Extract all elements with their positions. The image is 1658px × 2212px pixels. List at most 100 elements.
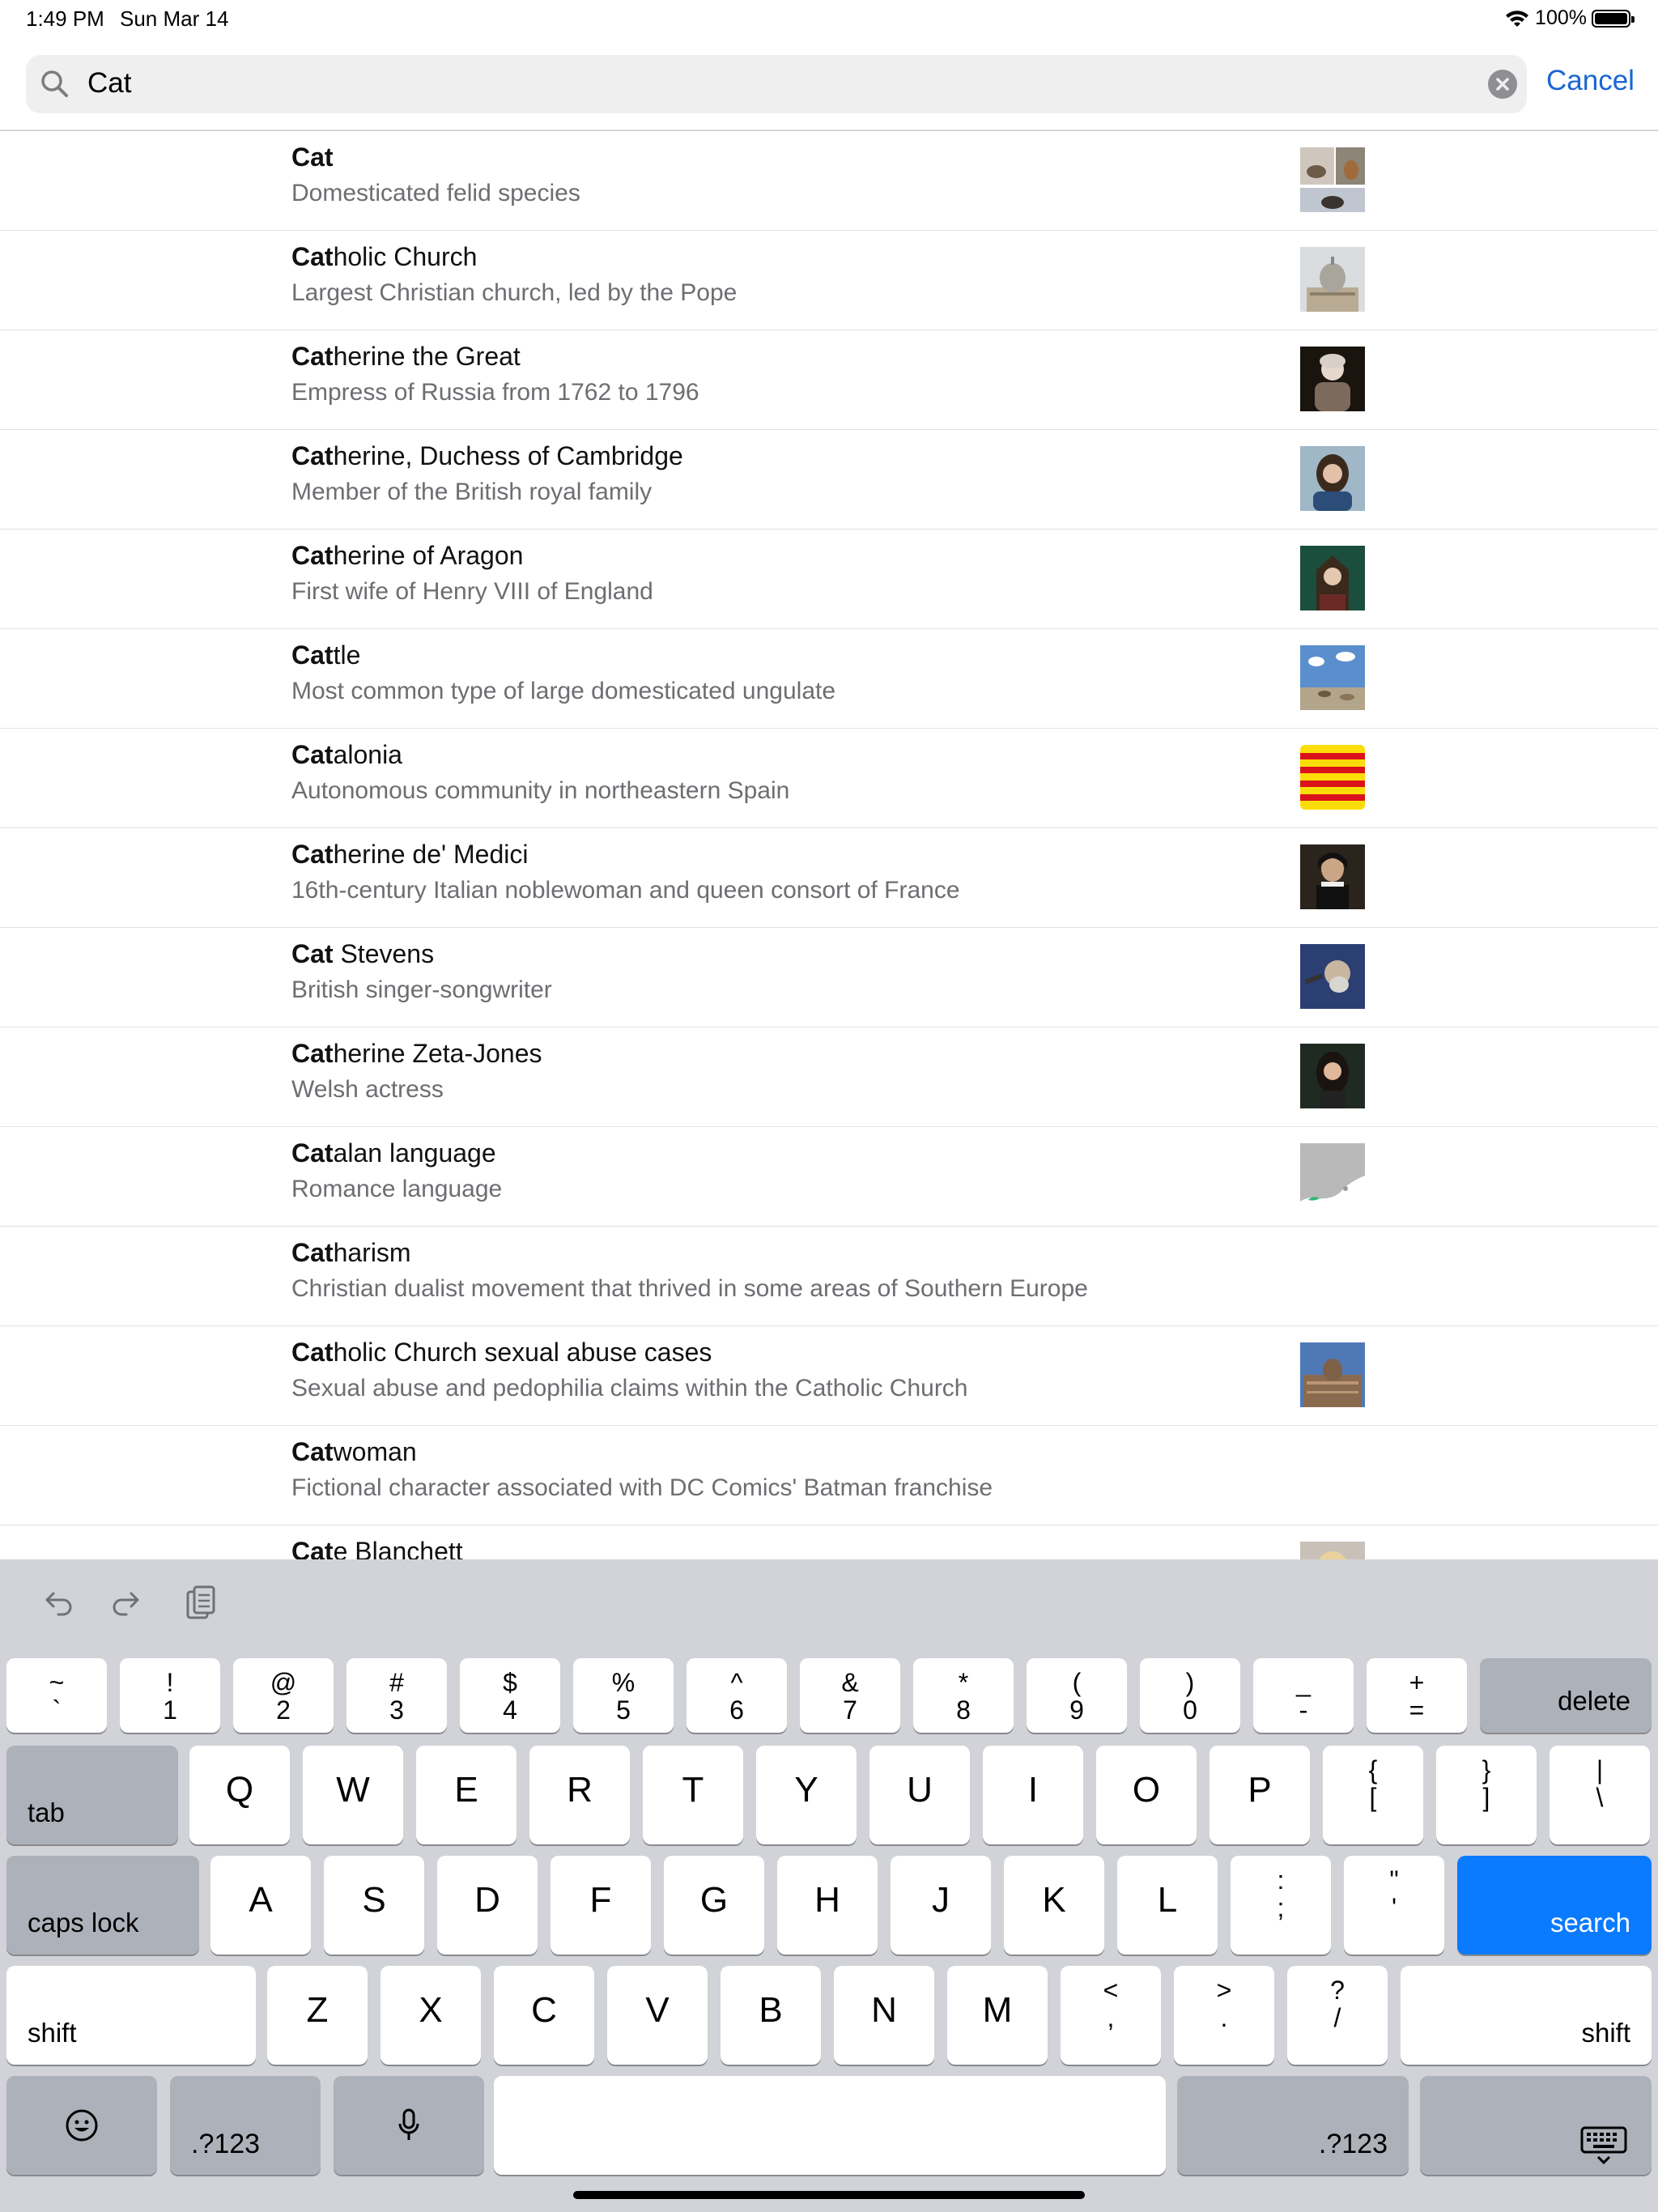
shift-key-left[interactable]: shift	[6, 1966, 256, 2065]
key-symbol: 8	[956, 1695, 971, 1725]
key-number[interactable]: ! 1	[120, 1658, 220, 1733]
key-number[interactable]: (9	[1027, 1658, 1127, 1733]
emoji-key[interactable]	[6, 2076, 157, 2175]
key-number[interactable]: + =	[1367, 1658, 1467, 1733]
key-letter-label: O	[1132, 1770, 1161, 1810]
key-letter[interactable]: J	[891, 1856, 991, 1955]
key-number[interactable]: & 7	[800, 1658, 900, 1733]
search-key-label: search	[1550, 1908, 1630, 1938]
numbers-key-left[interactable]: .?123	[170, 2076, 321, 2175]
space-bar[interactable]	[494, 2076, 1166, 2175]
search-result-row[interactable]: Catalonia Autonomous community in northea…	[0, 729, 1658, 828]
key-letter[interactable]: F	[551, 1856, 651, 1955]
result-title: Catherine, Duchess of Cambridge	[291, 441, 683, 471]
search-result-row[interactable]: Catalan language Romance language	[0, 1127, 1658, 1227]
key-letter[interactable]: O	[1096, 1746, 1197, 1844]
key-letter[interactable]: U	[869, 1746, 970, 1844]
search-result-row[interactable]: Cat Domesticated felid species	[0, 131, 1658, 231]
key-letter[interactable]: S	[324, 1856, 424, 1955]
key-letter[interactable]: B	[721, 1966, 821, 2065]
search-input[interactable]: Cat	[87, 65, 131, 102]
result-title: Catherine Zeta-Jones	[291, 1039, 542, 1069]
dictation-key[interactable]	[334, 2076, 484, 2175]
search-result-row[interactable]: Catherine of Aragon First wife of Henry V…	[0, 530, 1658, 629]
key-symbol: -	[1299, 1695, 1308, 1725]
onscreen-keyboard: ~ `! 1 @2 #3 $4% 5 ^ 6 & 7 * 8(9) 0 _ - + = delete tab Q W E R T…	[0, 1559, 1658, 2212]
key-letter[interactable]: C	[494, 1966, 594, 2065]
key-symbol[interactable]: " '	[1344, 1856, 1444, 1955]
cancel-button[interactable]: Cancel	[1546, 65, 1635, 97]
shift-key-right[interactable]: shift	[1401, 1966, 1652, 2065]
key-symbol[interactable]: }]	[1436, 1746, 1537, 1844]
key-letter[interactable]: E	[416, 1746, 517, 1844]
key-number[interactable]: #3	[346, 1658, 447, 1733]
key-symbol[interactable]: >.	[1174, 1966, 1274, 2065]
key-letter-label: H	[814, 1880, 840, 1920]
tab-key[interactable]: tab	[6, 1746, 178, 1844]
result-title: Cat Stevens	[291, 939, 434, 969]
key-number[interactable]: * 8	[913, 1658, 1014, 1733]
search-result-row[interactable]: Catherine Zeta-Jones Welsh actress	[0, 1027, 1658, 1127]
key-number[interactable]: ~ `	[6, 1658, 107, 1733]
key-symbol[interactable]: :;	[1231, 1856, 1331, 1955]
result-title-match: Cat	[291, 640, 334, 670]
search-key[interactable]: search	[1457, 1856, 1652, 1955]
key-number[interactable]: _ -	[1253, 1658, 1354, 1733]
redo-icon[interactable]	[108, 1582, 147, 1624]
search-result-row[interactable]: Cat Stevens British singer-songwriter	[0, 928, 1658, 1027]
key-symbol[interactable]: | \	[1550, 1746, 1650, 1844]
search-result-row[interactable]: Catherine de' Medici 16th-century Italian…	[0, 828, 1658, 928]
key-letter[interactable]: Y	[756, 1746, 857, 1844]
numbers-label: .?123	[191, 2129, 261, 2159]
key-letter[interactable]: R	[529, 1746, 630, 1844]
key-symbol[interactable]: ? /	[1287, 1966, 1388, 2065]
key-letter[interactable]: T	[643, 1746, 743, 1844]
delete-key[interactable]: delete	[1480, 1658, 1652, 1733]
shift-label: shift	[28, 2018, 77, 2048]
paste-icon[interactable]	[181, 1582, 220, 1624]
search-result-row[interactable]: Cate Blanchett	[0, 1525, 1658, 1559]
numbers-key-right[interactable]: .?123	[1177, 2076, 1409, 2175]
dismiss-keyboard-key[interactable]	[1420, 2076, 1652, 2175]
search-result-row[interactable]: Catharism Christian dualist movement that…	[0, 1227, 1658, 1326]
search-field[interactable]: Cat	[26, 55, 1527, 113]
key-shift-symbol: @	[270, 1668, 297, 1697]
key-number[interactable]: $4	[460, 1658, 560, 1733]
key-letter[interactable]: L	[1117, 1856, 1218, 1955]
key-symbol[interactable]: <,	[1061, 1966, 1161, 2065]
key-letter[interactable]: N	[834, 1966, 934, 2065]
key-letter[interactable]: A	[210, 1856, 311, 1955]
key-letter[interactable]: V	[607, 1966, 708, 2065]
key-letter[interactable]: M	[947, 1966, 1048, 2065]
undo-icon[interactable]	[37, 1582, 76, 1624]
key-number[interactable]: % 5	[573, 1658, 674, 1733]
key-number[interactable]: ^ 6	[687, 1658, 787, 1733]
key-letter[interactable]: W	[303, 1746, 403, 1844]
search-result-row[interactable]: Catwoman Fictional character associated w…	[0, 1426, 1658, 1525]
key-shift-symbol: &	[841, 1668, 859, 1697]
key-letter[interactable]: I	[983, 1746, 1083, 1844]
search-result-row[interactable]: Catholic Church Largest Christian church,…	[0, 231, 1658, 330]
key-letter[interactable]: Z	[267, 1966, 368, 2065]
clear-search-icon[interactable]	[1488, 70, 1517, 99]
key-letter[interactable]: H	[777, 1856, 878, 1955]
key-number[interactable]: @2	[233, 1658, 334, 1733]
search-result-row[interactable]: Catholic Church sexual abuse cases Sexual…	[0, 1326, 1658, 1426]
key-number[interactable]: ) 0	[1140, 1658, 1240, 1733]
search-result-row[interactable]: Cattle Most common type of large domestic…	[0, 629, 1658, 729]
key-letter[interactable]: D	[437, 1856, 538, 1955]
search-result-row[interactable]: Catherine the Great Empress of Russia fro…	[0, 330, 1658, 430]
caps-lock-key[interactable]: caps lock	[6, 1856, 199, 1955]
search-result-row[interactable]: Catherine, Duchess of Cambridge Member of…	[0, 430, 1658, 530]
key-symbol[interactable]: {[	[1323, 1746, 1423, 1844]
key-letter-label: E	[454, 1770, 478, 1810]
key-shift-symbol: %	[611, 1668, 636, 1697]
key-letter[interactable]: P	[1209, 1746, 1310, 1844]
key-letter[interactable]: G	[664, 1856, 764, 1955]
result-title-rest: herine, Duchess of Cambridge	[333, 441, 683, 470]
key-symbol: '	[1391, 1893, 1397, 1922]
key-letter[interactable]: X	[380, 1966, 481, 2065]
key-letter[interactable]: K	[1004, 1856, 1104, 1955]
result-title-match: Cat	[291, 1039, 334, 1068]
key-letter[interactable]: Q	[189, 1746, 290, 1844]
